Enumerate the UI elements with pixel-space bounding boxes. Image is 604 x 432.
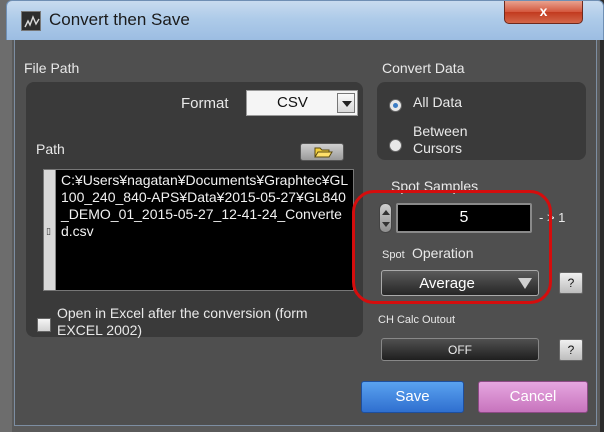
path-label: Path — [36, 141, 65, 157]
close-button[interactable]: x — [504, 1, 583, 24]
path-value: C:¥Users¥nagatan¥Documents¥Graphtec¥GL10… — [61, 172, 349, 239]
all-data-radio[interactable] — [389, 99, 402, 112]
convert-data-section-label: Convert Data — [382, 60, 465, 76]
between-cursors-label: Between Cursors — [413, 123, 468, 156]
file-path-section-label: File Path — [24, 60, 80, 76]
cancel-button[interactable]: Cancel — [478, 381, 588, 413]
format-select[interactable]: CSV — [246, 90, 358, 116]
dialog-body: File Path Format CSV Path ▯ C:¥Users¥nag… — [14, 40, 597, 426]
format-value: CSV — [277, 94, 308, 111]
spot-operation-help-button[interactable]: ? — [559, 272, 583, 294]
background-window-edge — [0, 0, 12, 432]
ch-calc-help-button[interactable]: ? — [559, 339, 583, 361]
background-window-edge-right — [600, 0, 604, 432]
window-title: Convert then Save — [49, 10, 190, 29]
format-label: Format — [181, 95, 229, 112]
folder-icon — [314, 147, 333, 158]
waveform-icon — [21, 11, 41, 31]
path-scrollbar[interactable]: ▯ — [44, 170, 56, 290]
ch-calc-label: CH Calc Outout — [378, 314, 456, 326]
open-excel-checkbox[interactable] — [37, 318, 51, 332]
browse-folder-button[interactable] — [300, 143, 344, 161]
open-excel-label: Open in Excel after the conversion (form… — [57, 305, 308, 338]
window: Convert then Save x File Path Format CSV… — [0, 0, 604, 432]
chevron-down-icon[interactable] — [337, 93, 355, 113]
all-data-label: All Data — [413, 94, 463, 110]
title-bar[interactable]: Convert then Save x — [6, 0, 604, 40]
path-textarea[interactable]: ▯ C:¥Users¥nagatan¥Documents¥Graphtec¥GL… — [43, 169, 354, 291]
between-cursors-radio[interactable] — [389, 139, 402, 152]
save-button[interactable]: Save — [361, 381, 464, 413]
ch-calc-toggle[interactable]: OFF — [381, 338, 539, 361]
grip-icon: ▯ — [46, 226, 51, 236]
highlight-annotation — [352, 190, 552, 304]
